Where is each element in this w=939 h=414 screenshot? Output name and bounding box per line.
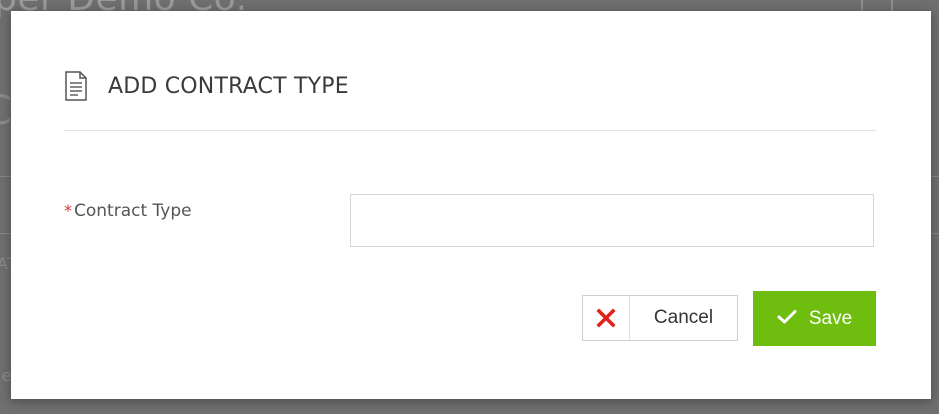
dialog-header: ADD CONTRACT TYPE <box>64 66 876 106</box>
required-indicator: * <box>64 201 72 220</box>
dialog-title: ADD CONTRACT TYPE <box>108 73 349 99</box>
close-icon <box>583 296 630 340</box>
header-divider <box>64 130 876 131</box>
checkmark-icon <box>777 309 797 328</box>
contract-type-input[interactable] <box>350 194 874 247</box>
cancel-button-label: Cancel <box>653 307 714 328</box>
cancel-button[interactable]: Cancel <box>582 295 738 341</box>
background-text-fragment: le <box>0 366 12 385</box>
document-icon <box>64 71 88 101</box>
contract-type-label: * Contract Type <box>64 201 192 221</box>
save-button[interactable]: Save <box>753 291 876 346</box>
contract-type-label-text: Contract Type <box>74 201 192 221</box>
save-button-label: Save <box>808 307 853 329</box>
add-contract-type-dialog: ADD CONTRACT TYPE * Contract Type Cancel … <box>11 11 931 399</box>
